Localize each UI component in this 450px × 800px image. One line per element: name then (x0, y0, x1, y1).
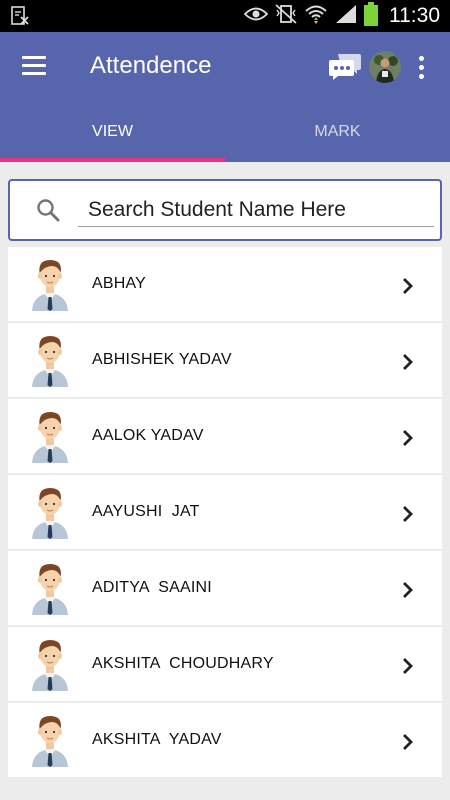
status-time: 11:30 (389, 4, 440, 27)
wifi-icon (304, 3, 328, 30)
student-avatar-icon (30, 561, 70, 615)
signal-icon (335, 4, 357, 29)
chevron-right-icon (400, 579, 416, 601)
search-box (8, 179, 442, 241)
tab-view[interactable]: VIEW (0, 112, 225, 162)
student-name: AALOK YADAV (92, 427, 204, 444)
tab-mark[interactable]: MARK (225, 112, 450, 162)
student-avatar-icon (30, 409, 70, 463)
student-avatar-icon (30, 637, 70, 691)
search-icon (36, 198, 60, 227)
student-list-item[interactable]: AKSHITA YADAV (8, 703, 442, 779)
student-name: ABHAY (92, 275, 147, 292)
student-list-item[interactable]: ABHAY (8, 247, 442, 323)
content-area: ABHAY ABHISHEK YADAV (0, 162, 450, 800)
student-name: ABHISHEK YADAV (92, 351, 232, 368)
chat-icon[interactable] (328, 52, 362, 82)
profile-avatar[interactable] (369, 51, 401, 83)
status-bar: 11:30 (0, 0, 450, 32)
more-vert-icon[interactable] (416, 54, 428, 80)
vibrate-icon (275, 3, 297, 29)
student-avatar-icon (30, 485, 70, 539)
student-avatar-icon (30, 333, 70, 387)
menu-icon[interactable] (22, 56, 48, 76)
tab-bar: VIEW MARK (0, 112, 450, 162)
app-bar: Attendence VIEW MARK (0, 32, 450, 162)
student-name: ADITYA SAAINI (92, 579, 212, 596)
student-avatar-icon (30, 713, 70, 767)
student-name: AKSHITA YADAV (92, 731, 222, 748)
chevron-right-icon (400, 427, 416, 449)
student-list-item[interactable]: ADITYA SAAINI (8, 551, 442, 627)
document-x-icon (10, 6, 30, 31)
eye-icon (243, 6, 269, 27)
student-name: AAYUSHI JAT (92, 503, 200, 520)
student-avatar-icon (30, 257, 70, 311)
battery-icon (364, 1, 378, 31)
chevron-right-icon (400, 655, 416, 677)
student-name: AKSHITA CHOUDHARY (92, 655, 274, 672)
page-title: Attendence (90, 52, 212, 79)
chevron-right-icon (400, 731, 416, 753)
student-list-item[interactable]: AAYUSHI JAT (8, 475, 442, 551)
student-list: ABHAY ABHISHEK YADAV AALOK YADAV AAYUSHI… (8, 247, 442, 779)
chevron-right-icon (400, 275, 416, 297)
student-list-item[interactable]: AKSHITA CHOUDHARY (8, 627, 442, 703)
search-input[interactable] (78, 193, 434, 227)
student-list-item[interactable]: AALOK YADAV (8, 399, 442, 475)
student-list-item[interactable]: ABHISHEK YADAV (8, 323, 442, 399)
chevron-right-icon (400, 503, 416, 525)
chevron-right-icon (400, 351, 416, 373)
